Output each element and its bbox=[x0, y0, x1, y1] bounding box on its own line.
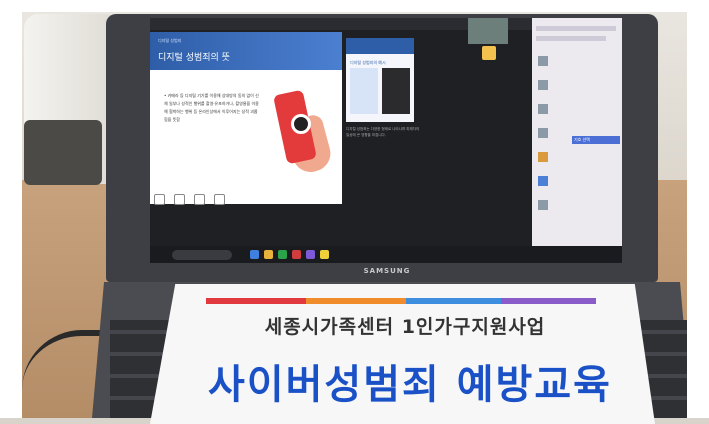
house-icon bbox=[482, 46, 496, 60]
participant-video bbox=[468, 18, 508, 44]
chat-line bbox=[536, 36, 606, 41]
chair-seat bbox=[24, 120, 102, 185]
participant-avatar bbox=[538, 80, 548, 90]
highlighter-icon[interactable] bbox=[174, 194, 186, 205]
next-slide-title: 디지털 성범죄의 예시 bbox=[350, 60, 386, 65]
sign-title: 사이버성범죄 예방교육 bbox=[208, 362, 612, 408]
participant-avatar bbox=[538, 128, 548, 138]
camera-lens-icon bbox=[291, 114, 311, 134]
laptop-brand: SAMSUNG bbox=[363, 267, 411, 275]
slide-title: 디지털 성범죄의 뜻 bbox=[158, 53, 230, 63]
start-icon[interactable] bbox=[250, 250, 259, 259]
participant-avatar bbox=[538, 200, 548, 210]
taskbar-search-input[interactable] bbox=[172, 250, 232, 260]
folder-icon[interactable] bbox=[264, 250, 273, 259]
app-icon[interactable] bbox=[292, 250, 301, 259]
laser-icon[interactable] bbox=[214, 194, 226, 205]
next-slide-text-box bbox=[350, 68, 378, 114]
chat-highlight[interactable]: 기호 선택 bbox=[572, 136, 620, 144]
participant-avatar bbox=[538, 56, 548, 66]
next-slide-header bbox=[346, 38, 414, 54]
speaker-notes: 디지털 성범죄는 다양한 형태로 나타나며 피해자의 일상에 큰 영향을 미칩니… bbox=[346, 127, 420, 137]
eraser-icon[interactable] bbox=[194, 194, 206, 205]
participant-avatar bbox=[538, 152, 548, 162]
sign-stripe-orange bbox=[306, 298, 406, 304]
laptop-screen: 디지털 성범죄 디지털 성범죄의 뜻 • 카메라 등 디지털 기기를 이용해 상… bbox=[150, 18, 622, 263]
browser-icon[interactable] bbox=[278, 250, 287, 259]
next-slide-preview: 디지털 성범죄의 예시 bbox=[346, 38, 414, 122]
sign-stripe-purple bbox=[501, 298, 596, 304]
photo-frame-top bbox=[0, 0, 709, 12]
photo-frame-left bbox=[0, 0, 22, 418]
app-icon[interactable] bbox=[320, 250, 329, 259]
photo-frame-right bbox=[687, 0, 709, 418]
sign-stripe-red bbox=[206, 298, 306, 304]
chat-line bbox=[536, 26, 616, 31]
slide-tag: 디지털 성범죄 bbox=[158, 38, 182, 43]
annotation-toolbar bbox=[154, 190, 334, 205]
sign-subtitle: 세종시가족센터 1인가구지원사업 bbox=[264, 316, 546, 338]
chat-panel: 기호 선택 bbox=[532, 18, 622, 253]
slide-body-text: • 카메라 등 디지털 기기를 이용해 상대방의 동의 없이 신체 일부나 성적… bbox=[164, 93, 259, 122]
next-slide-image bbox=[382, 68, 410, 114]
participant-avatar bbox=[538, 176, 548, 186]
presentation-slide: 디지털 성범죄 디지털 성범죄의 뜻 • 카메라 등 디지털 기기를 이용해 상… bbox=[150, 32, 342, 204]
pen-icon[interactable] bbox=[154, 194, 165, 205]
slide-header: 디지털 성범죄 디지털 성범죄의 뜻 bbox=[150, 32, 342, 70]
participant-avatar bbox=[538, 104, 548, 114]
app-icon[interactable] bbox=[306, 250, 315, 259]
sign-stripe-blue bbox=[406, 298, 501, 304]
